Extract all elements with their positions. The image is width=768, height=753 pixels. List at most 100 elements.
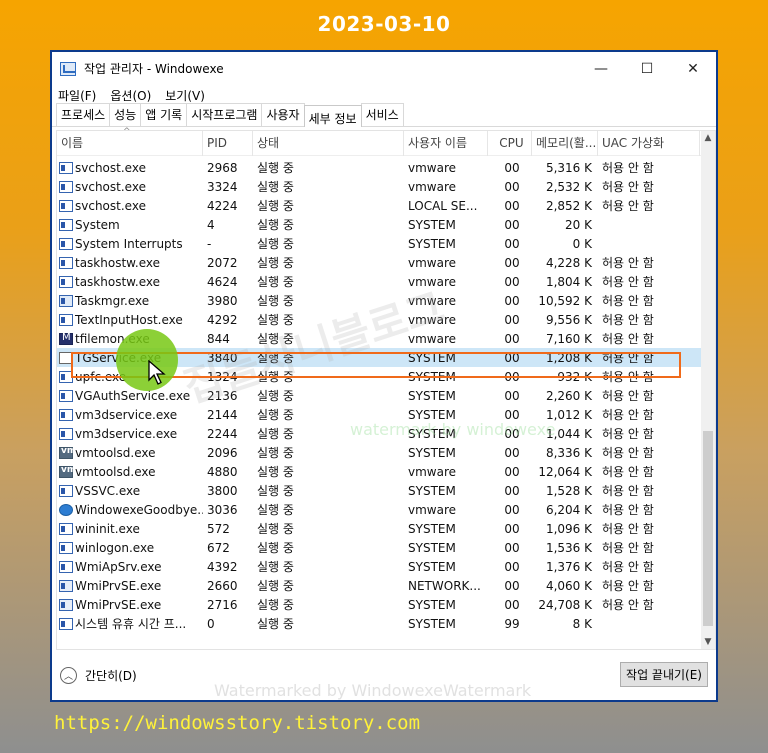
menu-file[interactable]: 파일(F) (58, 87, 96, 104)
scroll-up-icon[interactable]: ▲ (701, 131, 715, 145)
cell-name: WmiPrvSE.exe (57, 598, 203, 612)
table-row[interactable]: WmiPrvSE.exe 2660 실행 중 NETWORK... 00 4,060 K 허… (57, 576, 702, 595)
cell-status: 실행 중 (257, 180, 294, 194)
cell-memory: 10,592 K (538, 293, 592, 308)
scroll-down-icon[interactable]: ▼ (701, 635, 715, 649)
process-name: wininit.exe (75, 521, 140, 536)
table-row[interactable]: VGAuthService.exe 2136 실행 중 SYSTEM 00 2,260 K… (57, 386, 702, 405)
tab-bar: 프로세스 성능 앱 기록 시작프로그램 사용자 세부 정보 서비스 (52, 103, 716, 127)
cell-status: 실행 중 (257, 161, 294, 175)
title-bar[interactable]: 작업 관리자 - Windowexe — ☐ ✕ (52, 52, 716, 85)
cell-pid: 3036 (207, 502, 238, 517)
cell-name: vmtoolsd.exe (57, 465, 203, 479)
table-row[interactable]: TextInputHost.exe 4292 실행 중 vmware 00 9,556 K… (57, 310, 702, 329)
column-header-uac[interactable]: UAC 가상화 (598, 130, 700, 156)
table-row[interactable]: winlogon.exe 672 실행 중 SYSTEM 00 1,536 K 허용 안 함 (57, 538, 702, 557)
app-window-icon (59, 199, 73, 212)
process-name: System Interrupts (75, 236, 183, 251)
tab-details[interactable]: 세부 정보 (303, 105, 362, 127)
blank-app-icon (59, 351, 73, 364)
cell-cpu: 00 (504, 388, 520, 403)
tab-performance[interactable]: 성능 (109, 103, 142, 126)
app-window-icon (59, 218, 73, 231)
tab-processes[interactable]: 프로세스 (56, 103, 111, 126)
minimize-button[interactable]: — (578, 52, 624, 85)
scroll-thumb[interactable] (703, 431, 713, 626)
app-window-icon (59, 484, 73, 497)
menu-options[interactable]: 옵션(O) (110, 87, 151, 104)
table-row[interactable]: 시스템 유휴 시간 프... 0 실행 중 SYSTEM 99 8 K (57, 614, 702, 633)
cell-memory: 2,260 K (545, 388, 592, 403)
cell-uac: 허용 안 함 (602, 541, 654, 555)
end-task-button[interactable]: 작업 끝내기(E) (620, 662, 708, 687)
table-row[interactable]: wininit.exe 572 실행 중 SYSTEM 00 1,096 K 허용 안 함 (57, 519, 702, 538)
cell-pid: 3980 (207, 293, 238, 308)
cell-uac: 허용 안 함 (602, 294, 654, 308)
maximize-button[interactable]: ☐ (624, 52, 670, 85)
details-table: ^ 이름 PID 상태 사용자 이름 CPU 메모리(활... UAC 가상화 … (56, 127, 716, 650)
process-name: vmtoolsd.exe (75, 464, 156, 479)
cell-user: SYSTEM (408, 236, 456, 251)
table-row[interactable]: System Interrupts - 실행 중 SYSTEM 00 0 K (57, 234, 702, 253)
cell-memory: 4,228 K (545, 255, 592, 270)
tab-services[interactable]: 서비스 (360, 103, 404, 126)
cell-user: vmware (408, 312, 457, 327)
table-row[interactable]: svchost.exe 2968 실행 중 vmware 00 5,316 K 허용 안 함 (57, 158, 702, 177)
close-button[interactable]: ✕ (670, 52, 716, 85)
column-header-cpu[interactable]: CPU (488, 130, 532, 156)
cell-pid: 572 (207, 521, 230, 536)
table-row[interactable]: WindowexeGoodbye... 3036 실행 중 vmware 00 6,204… (57, 500, 702, 519)
column-header-status[interactable]: 상태 (253, 130, 404, 156)
app-window-icon (59, 275, 73, 288)
table-row[interactable]: Taskmgr.exe 3980 실행 중 vmware 00 10,592 K 허용 안 … (57, 291, 702, 310)
tab-users[interactable]: 사용자 (261, 103, 305, 126)
cell-user: SYSTEM (408, 350, 456, 365)
fewer-details-button[interactable]: ︿ 간단히(D) (60, 666, 137, 684)
cell-name: VSSVC.exe (57, 484, 203, 498)
table-row[interactable]: svchost.exe 3324 실행 중 vmware 00 2,532 K 허용 안 함 (57, 177, 702, 196)
cell-user: SYSTEM (408, 540, 456, 555)
table-row[interactable]: vmtoolsd.exe 4880 실행 중 vmware 00 12,064 K 허용 안… (57, 462, 702, 481)
cell-name: VGAuthService.exe (57, 389, 203, 403)
cell-cpu: 00 (504, 540, 520, 555)
table-row[interactable]: svchost.exe 4224 실행 중 LOCAL SE... 00 2,852 K 허… (57, 196, 702, 215)
cell-cpu: 00 (504, 217, 520, 232)
table-row[interactable]: VSSVC.exe 3800 실행 중 SYSTEM 00 1,528 K 허용 안 함 (57, 481, 702, 500)
table-row[interactable]: vm3dservice.exe 2144 실행 중 SYSTEM 00 1,012 K 허용… (57, 405, 702, 424)
cell-cpu: 00 (504, 179, 520, 194)
cell-uac: 허용 안 함 (602, 180, 654, 194)
column-header-user[interactable]: 사용자 이름 (404, 130, 488, 156)
table-row[interactable]: WmiPrvSE.exe 2716 실행 중 SYSTEM 00 24,708 K 허용 안… (57, 595, 702, 614)
table-row[interactable]: taskhostw.exe 4624 실행 중 vmware 00 1,804 K 허용 안… (57, 272, 702, 291)
cell-uac: 허용 안 함 (602, 199, 654, 213)
table-row[interactable]: taskhostw.exe 2072 실행 중 vmware 00 4,228 K 허용 안… (57, 253, 702, 272)
cell-cpu: 00 (504, 255, 520, 270)
table-row[interactable]: vmtoolsd.exe 2096 실행 중 SYSTEM 00 8,336 K 허용 안 … (57, 443, 702, 462)
cell-pid: 4392 (207, 559, 238, 574)
column-header-memory[interactable]: 메모리(활... (532, 130, 598, 156)
tab-startup[interactable]: 시작프로그램 (186, 103, 263, 126)
cell-name: svchost.exe (57, 180, 203, 194)
tab-app-history[interactable]: 앱 기록 (140, 103, 188, 126)
process-name: System (75, 217, 120, 232)
cell-name: taskhostw.exe (57, 275, 203, 289)
menu-view[interactable]: 보기(V) (165, 87, 205, 104)
cell-cpu: 00 (504, 578, 520, 593)
cell-uac: 허용 안 함 (602, 522, 654, 536)
table-row[interactable]: upfc.exe 1324 실행 중 SYSTEM 00 932 K 허용 안 함 (57, 367, 702, 386)
vertical-scrollbar[interactable]: ▲ ▼ (701, 131, 715, 649)
table-row[interactable]: tfilemon.exe 844 실행 중 vmware 00 7,160 K 허용 안 함 (57, 329, 702, 348)
table-row[interactable]: vm3dservice.exe 2244 실행 중 SYSTEM 00 1,044 K 허용… (57, 424, 702, 443)
cell-user: vmware (408, 274, 457, 289)
table-row[interactable]: TGService.exe 3840 실행 중 SYSTEM 00 1,208 K 허용 안… (57, 348, 702, 367)
date-caption: 2023-03-10 (317, 12, 451, 36)
cell-uac: 허용 안 함 (602, 161, 654, 175)
cell-pid: 2144 (207, 407, 238, 422)
blog-url[interactable]: https://windowsstory.tistory.com (54, 712, 420, 734)
cell-status: 실행 중 (257, 484, 294, 498)
cell-cpu: 00 (504, 350, 520, 365)
table-row[interactable]: System 4 실행 중 SYSTEM 00 20 K (57, 215, 702, 234)
column-header-pid[interactable]: PID (203, 130, 253, 156)
table-row[interactable]: WmiApSrv.exe 4392 실행 중 SYSTEM 00 1,376 K 허용 안 … (57, 557, 702, 576)
task-manager-window: 작업 관리자 - Windowexe — ☐ ✕ 파일(F) 옵션(O) 보기(… (50, 50, 718, 702)
